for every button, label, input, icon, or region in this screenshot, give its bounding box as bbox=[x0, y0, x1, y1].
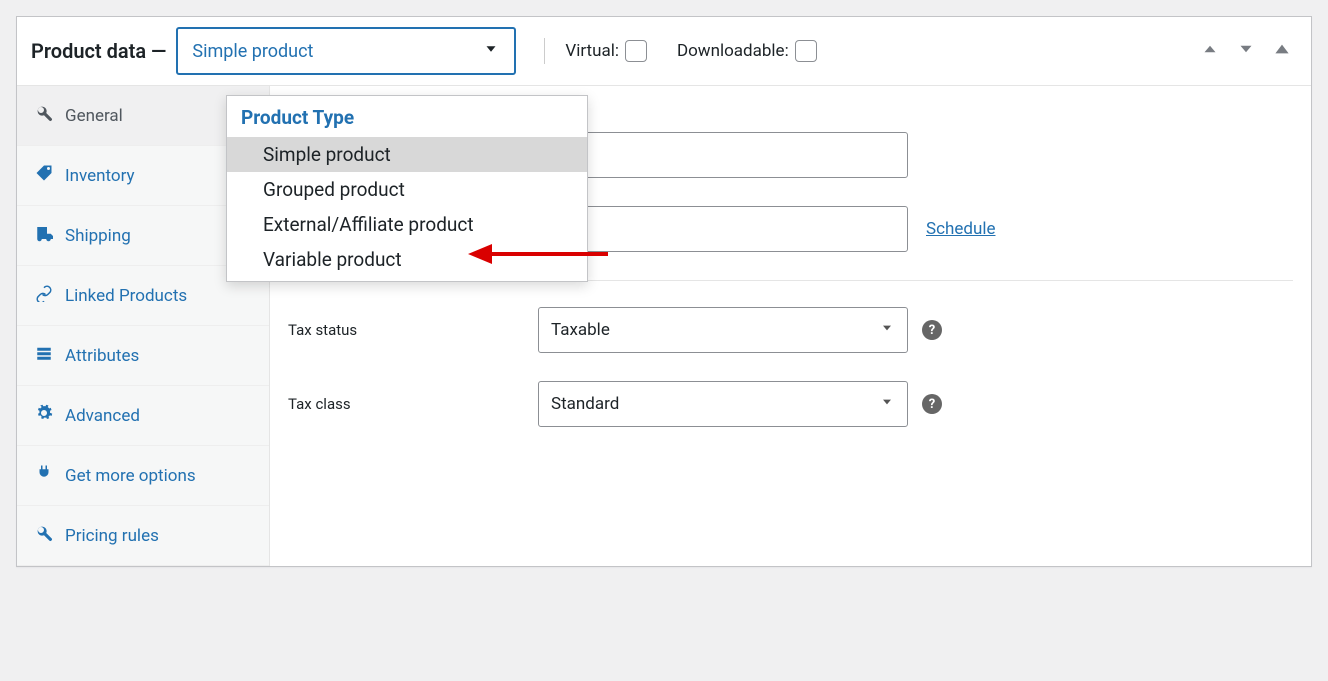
tax-class-label: Tax class bbox=[288, 395, 538, 413]
link-icon bbox=[35, 284, 53, 307]
tag-icon bbox=[35, 164, 53, 187]
tax-class-select[interactable]: Standard bbox=[538, 381, 908, 427]
divider bbox=[544, 38, 545, 64]
tax-status-label: Tax status bbox=[288, 321, 538, 339]
row-tax-class: Tax class Standard ? bbox=[288, 381, 1293, 427]
chevron-down-icon bbox=[879, 320, 895, 341]
tax-status-select[interactable]: Taxable bbox=[538, 307, 908, 353]
sidebar-item-get-more-options[interactable]: Get more options bbox=[17, 446, 269, 506]
tax-status-value: Taxable bbox=[551, 320, 610, 340]
help-icon[interactable]: ? bbox=[922, 394, 942, 414]
plug-icon bbox=[35, 464, 53, 487]
product-type-select[interactable]: Simple product bbox=[176, 27, 516, 75]
gear-icon bbox=[35, 404, 53, 427]
downloadable-label: Downloadable: bbox=[677, 41, 789, 61]
regular-price-input[interactable] bbox=[538, 132, 908, 178]
chevron-down-icon bbox=[482, 40, 500, 63]
dropdown-group-label: Product Type bbox=[227, 96, 587, 137]
dropdown-option-variable[interactable]: Variable product bbox=[227, 242, 587, 281]
virtual-checkbox-group: Virtual: bbox=[565, 40, 647, 62]
sidebar-item-label: Attributes bbox=[65, 346, 139, 366]
sidebar-item-label: Linked Products bbox=[65, 286, 187, 306]
list-icon bbox=[35, 344, 53, 367]
downloadable-checkbox[interactable] bbox=[795, 40, 817, 62]
panel-body: General Inventory Shipping Linked Produc… bbox=[17, 86, 1311, 566]
product-data-panel: Product data — Simple product Virtual: D… bbox=[16, 16, 1312, 567]
chevron-down-icon bbox=[879, 394, 895, 415]
product-type-dropdown: Product Type Simple product Grouped prod… bbox=[226, 95, 588, 282]
sidebar-item-advanced[interactable]: Advanced bbox=[17, 386, 269, 446]
order-down-icon[interactable] bbox=[1231, 34, 1261, 68]
dropdown-option-simple[interactable]: Simple product bbox=[227, 137, 587, 172]
truck-icon bbox=[35, 224, 53, 247]
help-icon[interactable]: ? bbox=[922, 320, 942, 340]
wrench-icon bbox=[35, 524, 53, 547]
wrench-icon bbox=[35, 104, 53, 127]
dropdown-option-grouped[interactable]: Grouped product bbox=[227, 172, 587, 207]
sidebar-item-attributes[interactable]: Attributes bbox=[17, 326, 269, 386]
virtual-label: Virtual: bbox=[565, 41, 619, 61]
sidebar-item-label: Get more options bbox=[65, 466, 196, 486]
sidebar-item-pricing-rules[interactable]: Pricing rules bbox=[17, 506, 269, 566]
panel-header: Product data — Simple product Virtual: D… bbox=[17, 17, 1311, 86]
schedule-link[interactable]: Schedule bbox=[926, 219, 995, 239]
dropdown-option-external[interactable]: External/Affiliate product bbox=[227, 207, 587, 242]
panel-title: Product data — bbox=[31, 39, 166, 63]
sidebar-item-label: Advanced bbox=[65, 406, 140, 426]
virtual-checkbox[interactable] bbox=[625, 40, 647, 62]
sidebar-item-label: Inventory bbox=[65, 166, 135, 186]
product-type-selected: Simple product bbox=[192, 41, 313, 62]
sidebar-item-label: Shipping bbox=[65, 226, 131, 246]
downloadable-checkbox-group: Downloadable: bbox=[677, 40, 817, 62]
sidebar-item-label: Pricing rules bbox=[65, 526, 159, 546]
order-up-icon[interactable] bbox=[1195, 34, 1225, 68]
row-tax-status: Tax status Taxable ? bbox=[288, 307, 1293, 353]
tax-class-value: Standard bbox=[551, 394, 619, 414]
sidebar-item-label: General bbox=[65, 106, 123, 126]
collapse-icon[interactable] bbox=[1267, 34, 1297, 68]
sale-price-input[interactable] bbox=[538, 206, 908, 252]
panel-nav bbox=[1195, 34, 1297, 68]
